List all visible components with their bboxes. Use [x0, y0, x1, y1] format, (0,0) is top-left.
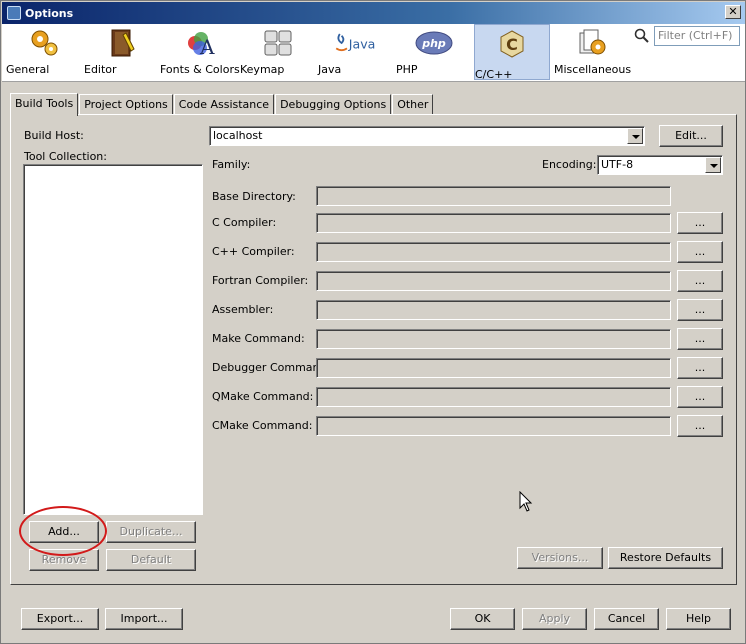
category-general[interactable]: General [6, 24, 82, 80]
duplicate-collection-button[interactable]: Duplicate... [106, 521, 196, 543]
svg-text:Java: Java [348, 36, 376, 51]
title-bar[interactable]: Options ✕ [2, 2, 745, 24]
category-cpp[interactable]: C C/C++ [474, 24, 550, 81]
tab-strip: Build Tools Project Options Code Assista… [10, 93, 434, 116]
fonts-colors-icon: A [188, 32, 215, 59]
close-button[interactable]: ✕ [725, 5, 741, 19]
tab-build-tools[interactable]: Build Tools [10, 93, 79, 116]
edit-host-button[interactable]: Edit... [659, 125, 723, 147]
make-command-browse-button[interactable]: ... [677, 328, 723, 350]
fortran-compiler-browse-button[interactable]: ... [677, 270, 723, 292]
fortran-compiler-field[interactable] [316, 271, 671, 291]
category-label: Editor [84, 63, 117, 76]
php-icon: php [415, 31, 453, 55]
cancel-button[interactable]: Cancel [594, 608, 659, 630]
tab-project-options[interactable]: Project Options [79, 94, 173, 115]
filter-input[interactable]: Filter (Ctrl+F) [654, 26, 740, 46]
misc-icon [579, 29, 606, 55]
help-button[interactable]: Help [666, 608, 731, 630]
app-icon [7, 6, 21, 20]
cpp-compiler-field[interactable] [316, 242, 671, 262]
qmake-command-field[interactable] [316, 387, 671, 407]
make-command-field[interactable] [316, 329, 671, 349]
encoding-combo[interactable]: UTF-8 [597, 155, 723, 175]
c-compiler-label: C Compiler: [212, 216, 277, 229]
qmake-command-label: QMake Command: [212, 390, 314, 403]
tab-code-assistance[interactable]: Code Assistance [173, 94, 275, 115]
base-directory-label: Base Directory: [212, 190, 296, 203]
build-host-combo[interactable]: localhost [209, 126, 645, 146]
tool-collection-list[interactable] [23, 164, 203, 515]
build-host-label: Build Host: [24, 129, 84, 142]
svg-text:A: A [199, 35, 215, 59]
import-button[interactable]: Import... [105, 608, 183, 630]
svg-text:C: C [506, 35, 518, 54]
debugger-command-field[interactable] [316, 358, 671, 378]
mouse-cursor-icon [519, 491, 533, 512]
tab-debugging-options[interactable]: Debugging Options [275, 94, 392, 115]
assembler-label: Assembler: [212, 303, 274, 316]
fortran-compiler-label: Fortran Compiler: [212, 274, 309, 287]
tab-other[interactable]: Other [392, 94, 434, 115]
apply-button[interactable]: Apply [522, 608, 587, 630]
java-icon: Java [335, 33, 376, 51]
category-miscellaneous[interactable]: Miscellaneous [554, 24, 632, 80]
category-label: Miscellaneous [554, 63, 632, 76]
default-collection-button[interactable]: Default [106, 549, 196, 571]
category-fonts-colors[interactable]: A Fonts & Colors [160, 24, 240, 80]
encoding-label: Encoding: [542, 158, 597, 171]
category-label: Keymap [240, 63, 285, 76]
options-dialog: Options ✕ General Editor A Fonts & Color… [0, 0, 746, 644]
chevron-down-icon[interactable] [627, 128, 643, 144]
window-title: Options [25, 6, 74, 20]
base-directory-field[interactable] [316, 186, 671, 206]
tool-collection-label: Tool Collection: [24, 150, 107, 163]
make-command-label: Make Command: [212, 332, 305, 345]
cmake-command-browse-button[interactable]: ... [677, 415, 723, 437]
qmake-command-browse-button[interactable]: ... [677, 386, 723, 408]
category-label: Fonts & Colors [160, 63, 240, 76]
category-label: Java [318, 63, 342, 76]
search-icon [634, 28, 649, 43]
annotation-ellipse [19, 506, 107, 556]
assembler-field[interactable] [316, 300, 671, 320]
cpp-icon: C [500, 30, 524, 58]
export-button[interactable]: Export... [21, 608, 99, 630]
book-pencil-icon [111, 29, 135, 57]
category-label: PHP [396, 63, 418, 76]
debugger-command-browse-button[interactable]: ... [677, 357, 723, 379]
keyboard-icon [264, 30, 292, 56]
category-label: General [6, 63, 50, 76]
cmake-command-field[interactable] [316, 416, 671, 436]
category-keymap[interactable]: Keymap [240, 24, 316, 80]
category-editor[interactable]: Editor [84, 24, 160, 80]
c-compiler-field[interactable] [316, 213, 671, 233]
chevron-down-icon[interactable] [705, 157, 721, 173]
category-php[interactable]: php PHP [396, 24, 472, 80]
assembler-browse-button[interactable]: ... [677, 299, 723, 321]
cpp-compiler-label: C++ Compiler: [212, 245, 295, 258]
gear-icon [31, 30, 58, 56]
family-label: Family: [212, 158, 251, 171]
ok-button[interactable]: OK [450, 608, 515, 630]
cpp-compiler-browse-button[interactable]: ... [677, 241, 723, 263]
restore-defaults-button[interactable]: Restore Defaults [608, 547, 723, 569]
build-host-value: localhost [213, 129, 263, 142]
versions-button[interactable]: Versions... [517, 547, 603, 569]
cmake-command-label: CMake Command: [212, 419, 313, 432]
encoding-value: UTF-8 [601, 158, 634, 171]
debugger-command-label: Debugger Command: [212, 361, 331, 374]
category-java[interactable]: Java Java [318, 24, 394, 80]
svg-text:php: php [421, 37, 446, 50]
c-compiler-browse-button[interactable]: ... [677, 212, 723, 234]
category-label: C/C++ [475, 68, 513, 81]
